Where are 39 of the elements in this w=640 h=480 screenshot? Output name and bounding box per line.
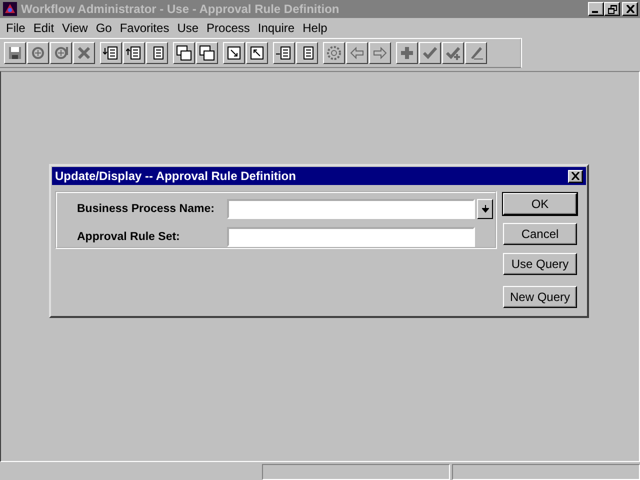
window-title: Workflow Administrator - Use - Approval Rule Definition — [21, 2, 340, 16]
menu-item[interactable]: Favorites — [116, 21, 174, 35]
menu-item[interactable]: Use — [173, 21, 203, 35]
field-label: Approval Rule Set: — [76, 231, 181, 243]
dialog-button[interactable]: Use Query — [503, 253, 577, 275]
dialog-button[interactable]: OK — [503, 193, 577, 215]
dialog-title: Update/Display -- Approval Rule Definition — [55, 169, 296, 183]
menu-item[interactable]: View — [58, 21, 92, 35]
toolbar-icon[interactable] — [223, 42, 245, 64]
dialog-button[interactable]: New Query — [503, 286, 577, 308]
field-label: Business Process Name: — [76, 203, 216, 215]
close-button[interactable] — [622, 2, 638, 16]
menu-item[interactable]: Help — [298, 21, 332, 35]
restore-button[interactable] — [604, 2, 620, 16]
toolbar-icon[interactable] — [100, 42, 122, 64]
menu-item[interactable]: Edit — [29, 21, 58, 35]
menu-item[interactable]: Inquire — [254, 21, 299, 35]
toolbar-icon[interactable] — [4, 42, 26, 64]
close-button[interactable] — [568, 170, 583, 182]
toolbar-icon[interactable] — [273, 42, 295, 64]
dropdown-button[interactable] — [477, 199, 493, 219]
minimize-button[interactable] — [588, 2, 604, 16]
toolbar-icon[interactable] — [296, 42, 318, 64]
toolbar-icon[interactable] — [146, 42, 168, 64]
close-icon — [571, 172, 580, 180]
menu-item[interactable]: File — [2, 21, 30, 35]
toolbar-icon[interactable] — [246, 42, 268, 64]
dialog-button[interactable]: Cancel — [503, 223, 577, 245]
app-icon — [2, 1, 18, 17]
menu-item[interactable]: Process — [202, 21, 254, 35]
menu-item[interactable]: Go — [92, 21, 116, 35]
toolbar-icon[interactable] — [123, 42, 145, 64]
close-icon — [626, 5, 634, 13]
toolbar-icon[interactable] — [173, 42, 195, 64]
toolbar-icon[interactable] — [196, 42, 218, 64]
restore-icon — [608, 4, 616, 14]
input-field[interactable] — [227, 227, 475, 247]
dropdown-field[interactable] — [227, 199, 475, 219]
down-arrow-icon — [482, 205, 488, 213]
